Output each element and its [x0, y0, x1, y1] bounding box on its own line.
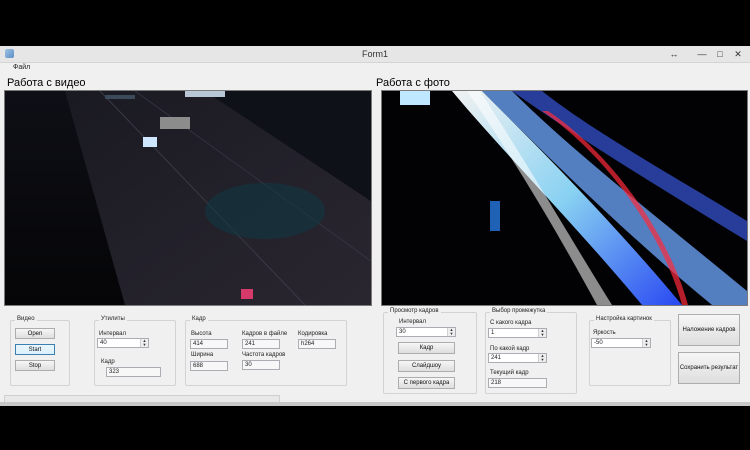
photo-frame [381, 90, 748, 306]
range-from-stepper[interactable]: 1 ▲ ▼ [488, 328, 547, 338]
preview-group-title: Просмотр кадров [388, 308, 441, 314]
current-frame-field: 218 [488, 378, 547, 388]
stepper-arrows-icon[interactable]: ▲ ▼ [538, 354, 546, 362]
preview-interval-label: Интервал [399, 319, 426, 325]
brightness-stepper[interactable]: -50 ▲ ▼ [591, 338, 651, 348]
fps-label: Частота кадров [242, 352, 286, 358]
maximize-button[interactable]: □ [710, 48, 730, 60]
utilities-frame-field: 323 [106, 367, 161, 377]
from-first-frame-button[interactable]: С первого кадра [398, 377, 455, 389]
stepper-arrows-icon[interactable]: ▲ ▼ [140, 339, 148, 347]
frames-in-file-label: Кадров в файле [242, 331, 288, 337]
utilities-interval-value: 40 [100, 340, 107, 346]
title-bar: Form1 ↔ — □ ✕ [0, 46, 750, 63]
stepper-arrows-icon[interactable]: ▲ ▼ [447, 328, 455, 336]
range-to-stepper[interactable]: 241 ▲ ▼ [488, 353, 547, 363]
video-frame [4, 90, 372, 306]
close-button[interactable]: ✕ [728, 48, 748, 60]
frame-height-label: Высота [191, 331, 212, 337]
menu-bar: Файл [0, 63, 750, 74]
preview-interval-value: 30 [399, 329, 406, 335]
frame-width-field: 688 [190, 361, 228, 371]
start-button[interactable]: Start [15, 344, 55, 355]
range-to-value: 241 [491, 355, 502, 361]
range-from-label: С какого кадра [490, 320, 532, 326]
photo-section-title: Работа с фото [376, 77, 450, 89]
overlay-frames-button[interactable]: Наложение кадров [678, 314, 740, 346]
slideshow-button[interactable]: Слайдшоу [398, 360, 455, 372]
range-to-label: По какой кадр [490, 346, 530, 352]
frame-button[interactable]: Кадр [398, 342, 455, 354]
frame-height-field: 414 [190, 339, 228, 349]
stepper-arrows-icon[interactable]: ▲ ▼ [538, 329, 546, 337]
utilities-interval-stepper[interactable]: 40 ▲ ▼ [97, 338, 149, 348]
image-settings-group-title: Настройка картинок [594, 316, 654, 322]
frames-in-file-field: 241 [242, 339, 280, 349]
frame-width-label: Ширина [191, 352, 214, 358]
frame-info-group-title: Кадр [190, 316, 208, 322]
current-frame-label: Текущий кадр [490, 370, 529, 376]
window-bottom-border [0, 402, 750, 406]
minimize-button[interactable]: — [692, 48, 712, 60]
utilities-interval-label: Интервал [99, 331, 126, 337]
video-preview-image [5, 91, 371, 305]
stepper-arrows-icon[interactable]: ▲ ▼ [642, 339, 650, 347]
utilities-frame-label: Кадр [101, 359, 115, 365]
menu-file[interactable]: Файл [13, 64, 30, 71]
stop-button[interactable]: Stop [15, 360, 55, 371]
video-group-title: Видео [15, 316, 37, 322]
range-group-title: Выбор промежутка [490, 308, 548, 314]
fps-field: 30 [242, 360, 280, 370]
video-section-title: Работа с видео [7, 77, 86, 89]
main-window: Form1 ↔ — □ ✕ Файл Работа с видео Работа… [0, 46, 750, 406]
restore-icon[interactable]: ↔ [664, 48, 684, 60]
range-from-value: 1 [491, 330, 495, 336]
brightness-value: -50 [594, 340, 603, 346]
window-title: Form1 [361, 49, 388, 59]
codec-field: h264 [298, 339, 336, 349]
open-button[interactable]: Open [15, 328, 55, 339]
codec-label: Кодировка [298, 331, 328, 337]
utilities-group-title: Утилиты [99, 316, 127, 322]
save-result-button[interactable]: Сохранить результат [678, 352, 740, 384]
brightness-label: Яркость [593, 330, 616, 336]
photo-result-image [382, 91, 747, 305]
preview-interval-stepper[interactable]: 30 ▲ ▼ [396, 327, 456, 337]
